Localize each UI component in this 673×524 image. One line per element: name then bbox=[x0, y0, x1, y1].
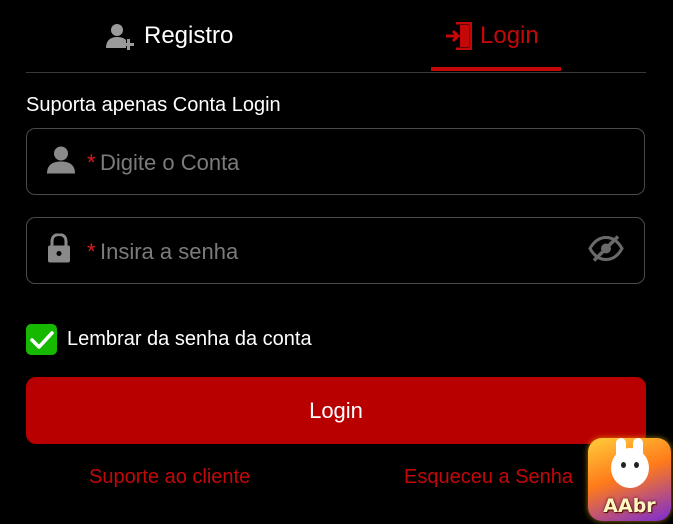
lock-icon bbox=[47, 232, 71, 268]
active-tab-indicator bbox=[431, 67, 561, 71]
badge-text: AAbr bbox=[603, 495, 656, 517]
floating-promo-badge[interactable]: AAbr bbox=[588, 438, 671, 521]
forgot-password-link[interactable]: Esqueceu a Senha bbox=[404, 466, 573, 489]
password-field: * bbox=[26, 217, 645, 284]
auth-tabs: Registro Login bbox=[26, 0, 646, 73]
remember-checkbox[interactable] bbox=[26, 324, 57, 355]
required-mark: * bbox=[87, 150, 96, 175]
tab-register-label: Registro bbox=[144, 22, 234, 49]
eye-off-icon[interactable] bbox=[588, 234, 624, 267]
remember-password-toggle[interactable]: Lembrar da senha da conta bbox=[26, 324, 312, 355]
add-user-icon bbox=[106, 22, 136, 50]
account-input[interactable] bbox=[98, 143, 582, 183]
user-icon bbox=[47, 145, 75, 178]
rabbit-eye bbox=[634, 462, 639, 468]
tab-register[interactable]: Registro bbox=[106, 0, 233, 72]
tab-login[interactable]: Login bbox=[446, 0, 539, 72]
remember-label: Lembrar da senha da conta bbox=[67, 328, 312, 350]
rabbit-eye bbox=[621, 462, 626, 468]
password-input[interactable] bbox=[98, 232, 582, 272]
check-icon bbox=[29, 330, 54, 349]
login-subtitle: Suporta apenas Conta Login bbox=[26, 94, 281, 116]
required-mark: * bbox=[87, 239, 96, 264]
login-button[interactable]: Login bbox=[26, 377, 646, 444]
tab-login-label: Login bbox=[480, 22, 539, 49]
account-field: * bbox=[26, 128, 645, 195]
rabbit-mascot-icon bbox=[611, 448, 649, 488]
login-door-icon bbox=[446, 22, 472, 50]
customer-support-link[interactable]: Suporte ao cliente bbox=[89, 466, 250, 489]
